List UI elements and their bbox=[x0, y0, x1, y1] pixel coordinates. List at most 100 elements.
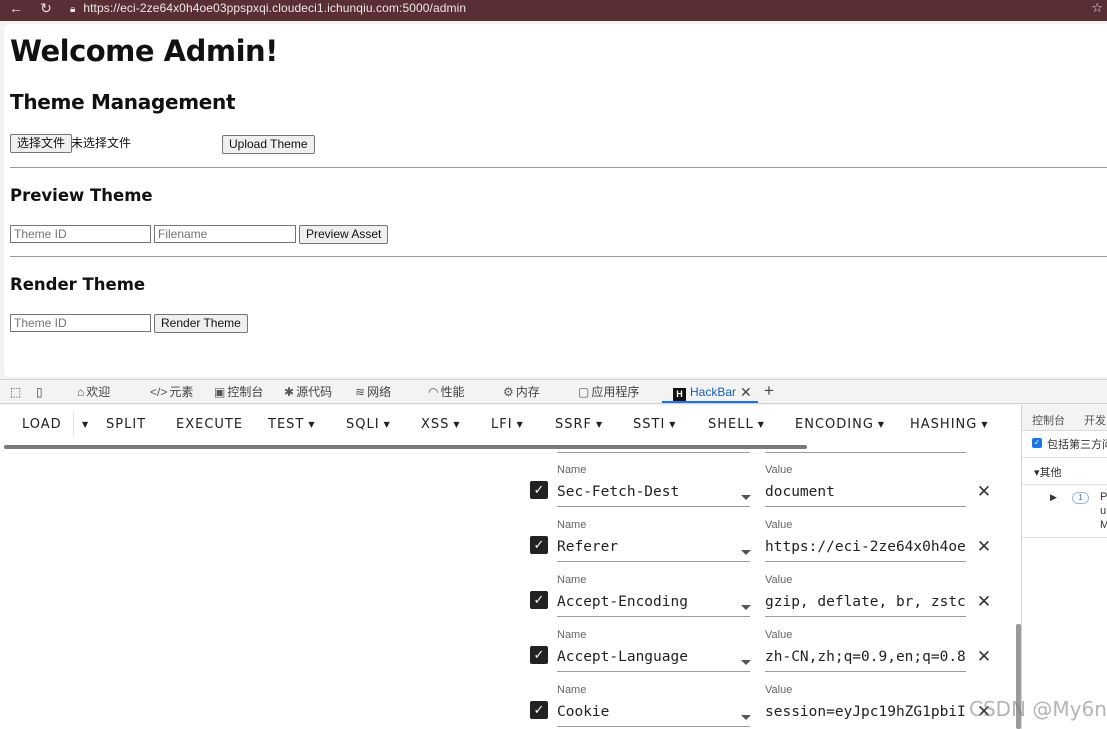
hackbar-panel: LOAD ▼ SPLIT EXECUTE TEST ▼ SQLI ▼ XSS ▼ LF… bbox=[0, 405, 1021, 729]
xss-menu[interactable]: XSS ▼ bbox=[421, 405, 461, 443]
console-drawer-tabs: 控制台 开发 bbox=[1022, 405, 1107, 431]
url-field[interactable]: 🔒︎ https://eci-2ze64x0h4oe03ppspxqi.cloud… bbox=[62, 0, 1102, 17]
ssti-menu[interactable]: SSTI ▼ bbox=[633, 405, 676, 443]
preview-theme-id-input[interactable]: Theme ID bbox=[10, 225, 151, 243]
field-underline bbox=[765, 506, 966, 507]
device-toolbar-icon[interactable]: ▯ bbox=[36, 383, 43, 402]
remove-header-close-icon[interactable]: ✕ bbox=[976, 648, 992, 665]
encoding-menu[interactable]: ENCODING ▼ bbox=[795, 405, 885, 443]
tab-console[interactable]: ▣ 控制台 bbox=[214, 383, 263, 402]
theme-management-heading: Theme Management bbox=[10, 90, 236, 114]
header-name-select[interactable]: Accept-Encoding bbox=[557, 594, 737, 610]
header-enabled-checkbox[interactable]: ✓ bbox=[530, 701, 548, 719]
bug-icon: ✱ bbox=[284, 385, 295, 399]
star-icon[interactable]: ☆ bbox=[1091, 0, 1103, 16]
header-name-select[interactable]: Cookie bbox=[557, 704, 737, 720]
execute-button[interactable]: EXECUTE bbox=[176, 405, 243, 443]
page-title: Welcome Admin! bbox=[10, 34, 278, 68]
remove-header-close-icon[interactable]: ✕ bbox=[976, 483, 992, 500]
split-button[interactable]: SPLIT bbox=[106, 405, 146, 443]
header-value-input[interactable]: https://eci-2ze64x0h4oe bbox=[765, 539, 966, 555]
preview-filename-input[interactable]: Filename bbox=[154, 225, 296, 243]
ssrf-menu[interactable]: SSRF ▼ bbox=[555, 405, 603, 443]
reload-icon[interactable]: ↻ bbox=[35, 0, 57, 18]
header-enabled-checkbox[interactable]: ✓ bbox=[530, 536, 548, 554]
tab-network[interactable]: ≋ 网络 bbox=[355, 383, 391, 402]
render-theme-id-input[interactable]: Theme ID bbox=[10, 314, 151, 332]
horizontal-scrollbar[interactable] bbox=[4, 445, 807, 449]
header-value-input[interactable]: zh-CN,zh;q=0.9,en;q=0.8 bbox=[765, 649, 966, 665]
sqli-menu[interactable]: SQLI ▼ bbox=[346, 405, 391, 443]
header-name-select[interactable]: Accept-Language bbox=[557, 649, 737, 665]
header-row: ✓ Name Accept-Language Value zh-CN,zh;q=… bbox=[0, 625, 1021, 680]
preview-asset-button[interactable]: Preview Asset bbox=[299, 225, 389, 244]
tab-dev[interactable]: 开发 bbox=[1084, 412, 1106, 428]
tab-label: 应用程序 bbox=[591, 385, 640, 399]
name-field-label: Name bbox=[557, 464, 587, 476]
remove-header-close-icon[interactable]: ✕ bbox=[976, 538, 992, 555]
value-field-label: Value bbox=[765, 519, 793, 531]
chevron-down-icon: ▼ bbox=[757, 420, 765, 429]
header-value-input[interactable]: gzip, deflate, br, zstc bbox=[765, 594, 966, 610]
divider bbox=[73, 413, 74, 435]
field-underline bbox=[557, 561, 750, 562]
wifi-icon: ≋ bbox=[355, 385, 366, 399]
tab-application[interactable]: ▢ 应用程序 bbox=[578, 383, 639, 402]
chevron-down-icon[interactable] bbox=[741, 605, 751, 610]
shell-menu[interactable]: SHELL ▼ bbox=[708, 405, 765, 443]
upload-theme-button[interactable]: Upload Theme bbox=[222, 135, 315, 154]
tab-memory[interactable]: ⚙ 内存 bbox=[503, 383, 540, 402]
header-enabled-checkbox[interactable]: ✓ bbox=[530, 481, 548, 499]
chevron-down-icon[interactable] bbox=[741, 660, 751, 665]
chevron-down-icon[interactable] bbox=[741, 495, 751, 500]
chevron-down-icon: ▼ bbox=[596, 420, 604, 429]
chevron-down-icon: ▼ bbox=[383, 420, 391, 429]
chevron-down-icon: ▼ bbox=[516, 420, 524, 429]
hashing-menu[interactable]: HASHING ▼ bbox=[910, 405, 988, 443]
header-name-select[interactable]: Sec-Fetch-Dest bbox=[557, 484, 737, 500]
back-arrow-icon[interactable]: ← bbox=[5, 0, 27, 18]
render-theme-button[interactable]: Render Theme bbox=[154, 314, 248, 333]
menu-label: LOAD bbox=[22, 417, 62, 432]
name-field-label: Name bbox=[557, 629, 587, 641]
remove-header-close-icon[interactable]: ✕ bbox=[976, 593, 992, 610]
load-button[interactable]: LOAD bbox=[22, 405, 62, 443]
chevron-down-icon: ▼ bbox=[453, 420, 461, 429]
inspect-device-icon[interactable]: ⬚ bbox=[10, 383, 21, 402]
header-value-input[interactable]: session=eyJpc19hZG1pbiI bbox=[765, 704, 966, 720]
header-name-select[interactable]: Referer bbox=[557, 539, 737, 555]
load-options-chevron-icon[interactable]: ▼ bbox=[78, 405, 89, 443]
value-field-label: Value bbox=[765, 629, 793, 641]
chevron-down-icon[interactable] bbox=[741, 715, 751, 720]
console-entry-text: P bbox=[1100, 491, 1107, 503]
include-third-party-checkbox[interactable]: ✓ bbox=[1032, 438, 1042, 448]
tab-performance[interactable]: ◠ 性能 bbox=[428, 383, 465, 402]
menu-label: EXECUTE bbox=[176, 417, 244, 432]
tab-label: 元素 bbox=[169, 385, 194, 399]
tab-label: 欢迎 bbox=[86, 385, 111, 399]
tab-welcome[interactable]: ⌂ 欢迎 bbox=[77, 383, 110, 402]
tab-sources[interactable]: ✱ 源代码 bbox=[284, 383, 332, 402]
menu-label: SQLI bbox=[346, 417, 380, 432]
tab-hackbar[interactable]: H HackBar bbox=[673, 383, 736, 402]
page-viewport: Welcome Admin! Theme Management 选择文件 未选择… bbox=[4, 24, 1107, 377]
field-underline bbox=[765, 671, 966, 672]
add-tab-plus-icon[interactable]: + bbox=[764, 381, 774, 400]
header-enabled-checkbox[interactable]: ✓ bbox=[530, 646, 548, 664]
menu-label: SHELL bbox=[708, 417, 754, 432]
header-enabled-checkbox[interactable]: ✓ bbox=[530, 591, 548, 609]
menu-label: SSTI bbox=[633, 417, 666, 432]
close-tab-icon[interactable]: ✕ bbox=[740, 383, 752, 402]
choose-file-button[interactable]: 选择文件 bbox=[10, 134, 73, 153]
header-value-input[interactable]: document bbox=[765, 484, 966, 500]
tab-elements[interactable]: </> 元素 bbox=[150, 383, 193, 402]
lock-icon[interactable]: 🔒︎ bbox=[70, 2, 75, 18]
lfi-menu[interactable]: LFI ▼ bbox=[491, 405, 524, 443]
group-toggle[interactable]: ▾其他 bbox=[1034, 464, 1062, 480]
chevron-down-icon[interactable] bbox=[741, 550, 751, 555]
divider bbox=[1022, 484, 1107, 485]
tab-console-drawer[interactable]: 控制台 bbox=[1032, 412, 1065, 428]
tab-label: 网络 bbox=[367, 385, 392, 399]
expand-triangle-icon[interactable]: ▶ bbox=[1050, 492, 1057, 503]
test-menu[interactable]: TEST ▼ bbox=[268, 405, 316, 443]
